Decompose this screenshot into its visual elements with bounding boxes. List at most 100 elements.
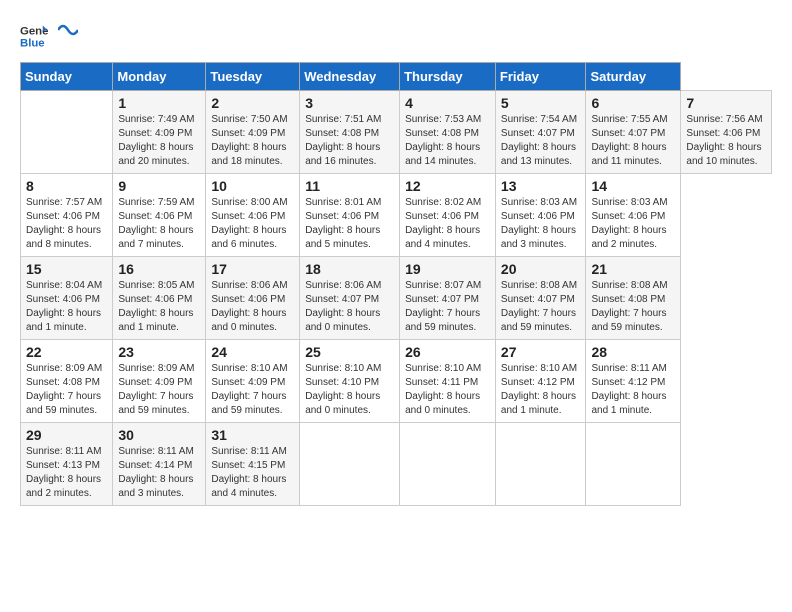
day-daylight: Daylight: 8 hours and 8 minutes. xyxy=(26,225,101,250)
day-daylight: Daylight: 7 hours and 59 minutes. xyxy=(501,308,576,333)
day-daylight: Daylight: 8 hours and 18 minutes. xyxy=(211,142,286,167)
header: General Blue xyxy=(20,20,772,52)
day-daylight: Daylight: 8 hours and 14 minutes. xyxy=(405,142,480,167)
day-header-sunday: Sunday xyxy=(21,63,113,91)
day-number: 25 xyxy=(305,344,394,360)
day-sunset: Sunset: 4:08 PM xyxy=(305,128,379,139)
day-sunset: Sunset: 4:08 PM xyxy=(591,294,665,305)
day-daylight: Daylight: 8 hours and 4 minutes. xyxy=(405,225,480,250)
day-sunset: Sunset: 4:06 PM xyxy=(686,128,760,139)
day-sunset: Sunset: 4:07 PM xyxy=(305,294,379,305)
calendar-day-19: 19 Sunrise: 8:07 AM Sunset: 4:07 PM Dayl… xyxy=(400,257,496,340)
day-number: 17 xyxy=(211,261,294,277)
day-number: 31 xyxy=(211,427,294,443)
day-daylight: Daylight: 8 hours and 3 minutes. xyxy=(501,225,576,250)
day-number: 27 xyxy=(501,344,581,360)
day-sunset: Sunset: 4:10 PM xyxy=(305,377,379,388)
day-sunset: Sunset: 4:06 PM xyxy=(211,294,285,305)
day-daylight: Daylight: 8 hours and 1 minute. xyxy=(501,391,576,416)
day-number: 8 xyxy=(26,178,107,194)
day-number: 5 xyxy=(501,95,581,111)
day-daylight: Daylight: 8 hours and 4 minutes. xyxy=(211,474,286,499)
day-daylight: Daylight: 8 hours and 10 minutes. xyxy=(686,142,761,167)
day-daylight: Daylight: 8 hours and 13 minutes. xyxy=(501,142,576,167)
day-number: 11 xyxy=(305,178,394,194)
calendar-day-30: 30 Sunrise: 8:11 AM Sunset: 4:14 PM Dayl… xyxy=(113,423,206,506)
day-sunrise: Sunrise: 8:10 AM xyxy=(501,363,577,374)
logo-wave-icon xyxy=(58,22,78,52)
calendar-day-1: 1 Sunrise: 7:49 AM Sunset: 4:09 PM Dayli… xyxy=(113,91,206,174)
day-daylight: Daylight: 8 hours and 1 minute. xyxy=(118,308,193,333)
day-daylight: Daylight: 8 hours and 7 minutes. xyxy=(118,225,193,250)
day-daylight: Daylight: 8 hours and 0 minutes. xyxy=(305,308,380,333)
calendar-day-29: 29 Sunrise: 8:11 AM Sunset: 4:13 PM Dayl… xyxy=(21,423,113,506)
calendar-day-28: 28 Sunrise: 8:11 AM Sunset: 4:12 PM Dayl… xyxy=(586,340,681,423)
day-number: 22 xyxy=(26,344,107,360)
calendar-day-5: 5 Sunrise: 7:54 AM Sunset: 4:07 PM Dayli… xyxy=(495,91,586,174)
empty-cell xyxy=(586,423,681,506)
day-daylight: Daylight: 8 hours and 1 minute. xyxy=(26,308,101,333)
day-sunset: Sunset: 4:12 PM xyxy=(501,377,575,388)
day-number: 13 xyxy=(501,178,581,194)
day-number: 26 xyxy=(405,344,490,360)
day-sunset: Sunset: 4:12 PM xyxy=(591,377,665,388)
day-sunrise: Sunrise: 8:02 AM xyxy=(405,197,481,208)
day-sunset: Sunset: 4:06 PM xyxy=(501,211,575,222)
day-number: 23 xyxy=(118,344,200,360)
calendar-day-7: 7 Sunrise: 7:56 AM Sunset: 4:06 PM Dayli… xyxy=(681,91,772,174)
day-sunset: Sunset: 4:13 PM xyxy=(26,460,100,471)
calendar-day-22: 22 Sunrise: 8:09 AM Sunset: 4:08 PM Dayl… xyxy=(21,340,113,423)
day-number: 14 xyxy=(591,178,675,194)
day-number: 20 xyxy=(501,261,581,277)
day-daylight: Daylight: 8 hours and 20 minutes. xyxy=(118,142,193,167)
calendar-day-27: 27 Sunrise: 8:10 AM Sunset: 4:12 PM Dayl… xyxy=(495,340,586,423)
day-sunrise: Sunrise: 7:55 AM xyxy=(591,114,667,125)
day-sunset: Sunset: 4:06 PM xyxy=(305,211,379,222)
calendar-day-18: 18 Sunrise: 8:06 AM Sunset: 4:07 PM Dayl… xyxy=(300,257,400,340)
empty-cell xyxy=(495,423,586,506)
day-sunrise: Sunrise: 8:10 AM xyxy=(405,363,481,374)
calendar-day-11: 11 Sunrise: 8:01 AM Sunset: 4:06 PM Dayl… xyxy=(300,174,400,257)
calendar-day-20: 20 Sunrise: 8:08 AM Sunset: 4:07 PM Dayl… xyxy=(495,257,586,340)
day-number: 19 xyxy=(405,261,490,277)
calendar-day-9: 9 Sunrise: 7:59 AM Sunset: 4:06 PM Dayli… xyxy=(113,174,206,257)
day-sunset: Sunset: 4:06 PM xyxy=(591,211,665,222)
calendar-day-14: 14 Sunrise: 8:03 AM Sunset: 4:06 PM Dayl… xyxy=(586,174,681,257)
day-sunrise: Sunrise: 8:09 AM xyxy=(26,363,102,374)
calendar-day-26: 26 Sunrise: 8:10 AM Sunset: 4:11 PM Dayl… xyxy=(400,340,496,423)
calendar-day-15: 15 Sunrise: 8:04 AM Sunset: 4:06 PM Dayl… xyxy=(21,257,113,340)
day-sunrise: Sunrise: 8:06 AM xyxy=(305,280,381,291)
calendar-day-4: 4 Sunrise: 7:53 AM Sunset: 4:08 PM Dayli… xyxy=(400,91,496,174)
day-sunset: Sunset: 4:06 PM xyxy=(118,294,192,305)
day-daylight: Daylight: 8 hours and 0 minutes. xyxy=(305,391,380,416)
day-sunset: Sunset: 4:09 PM xyxy=(118,377,192,388)
day-daylight: Daylight: 7 hours and 59 minutes. xyxy=(591,308,666,333)
day-daylight: Daylight: 8 hours and 16 minutes. xyxy=(305,142,380,167)
day-sunset: Sunset: 4:08 PM xyxy=(26,377,100,388)
day-number: 30 xyxy=(118,427,200,443)
day-sunrise: Sunrise: 7:53 AM xyxy=(405,114,481,125)
day-sunset: Sunset: 4:09 PM xyxy=(118,128,192,139)
day-daylight: Daylight: 8 hours and 5 minutes. xyxy=(305,225,380,250)
day-sunset: Sunset: 4:09 PM xyxy=(211,128,285,139)
day-sunset: Sunset: 4:09 PM xyxy=(211,377,285,388)
day-header-friday: Friday xyxy=(495,63,586,91)
day-sunrise: Sunrise: 8:07 AM xyxy=(405,280,481,291)
day-sunrise: Sunrise: 7:50 AM xyxy=(211,114,287,125)
svg-text:Blue: Blue xyxy=(20,38,45,50)
day-number: 6 xyxy=(591,95,675,111)
day-sunset: Sunset: 4:15 PM xyxy=(211,460,285,471)
logo-icon: General Blue xyxy=(20,22,48,50)
day-sunrise: Sunrise: 8:11 AM xyxy=(118,446,193,457)
day-number: 29 xyxy=(26,427,107,443)
day-number: 16 xyxy=(118,261,200,277)
day-number: 28 xyxy=(591,344,675,360)
day-daylight: Daylight: 8 hours and 11 minutes. xyxy=(591,142,666,167)
day-sunrise: Sunrise: 8:05 AM xyxy=(118,280,194,291)
day-sunset: Sunset: 4:07 PM xyxy=(501,294,575,305)
empty-cell xyxy=(400,423,496,506)
day-number: 3 xyxy=(305,95,394,111)
calendar-day-31: 31 Sunrise: 8:11 AM Sunset: 4:15 PM Dayl… xyxy=(206,423,300,506)
calendar-day-21: 21 Sunrise: 8:08 AM Sunset: 4:08 PM Dayl… xyxy=(586,257,681,340)
day-sunset: Sunset: 4:08 PM xyxy=(405,128,479,139)
